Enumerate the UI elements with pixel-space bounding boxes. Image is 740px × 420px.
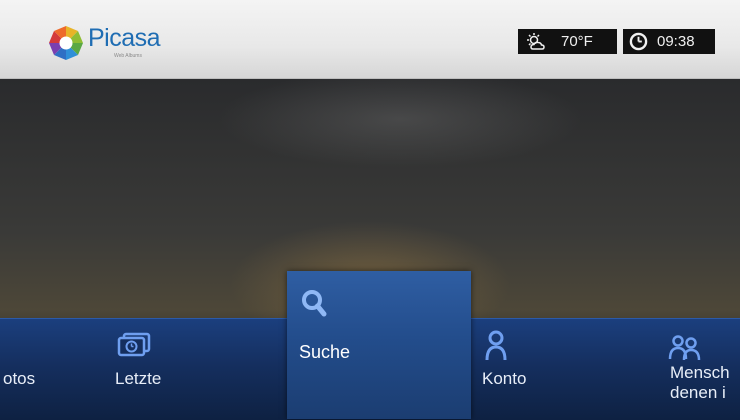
- weather-widget: 70°F: [518, 29, 617, 54]
- recent-photos-icon: [117, 332, 151, 357]
- weather-cloudy-sun-icon: [527, 33, 545, 50]
- menu-item-label: Suche: [299, 342, 351, 362]
- menu-item-label: otos: [3, 369, 36, 388]
- menu-item-label: Mensch: [670, 363, 730, 382]
- people-icon: [668, 335, 701, 361]
- time-readout: 09:38: [657, 33, 695, 50]
- top-bar: Picasa Web Albums 70°F 09:38: [0, 0, 740, 79]
- search-icon: [302, 290, 327, 317]
- clock-icon: [629, 32, 648, 51]
- app-logo-subtitle: Web Albums: [114, 53, 142, 59]
- menu-item-account[interactable]: Konto: [472, 319, 642, 420]
- app-logo-text: Picasa: [88, 24, 161, 52]
- menu-item-photos[interactable]: otos: [0, 319, 90, 420]
- clock-widget: 09:38: [623, 29, 715, 54]
- picasa-logo-icon: [49, 26, 83, 60]
- menu-item-people[interactable]: Mensch denen i: [660, 319, 740, 420]
- menu-item-search[interactable]: Suche: [287, 271, 471, 419]
- account-icon: [485, 330, 507, 361]
- menu-item-recent[interactable]: Letzte: [100, 319, 280, 420]
- temperature-readout: 70°F: [561, 33, 593, 50]
- menu-item-label: Konto: [482, 369, 527, 388]
- menu-item-label-line2: denen i: [670, 383, 726, 402]
- menu-item-label: Letzte: [115, 369, 162, 388]
